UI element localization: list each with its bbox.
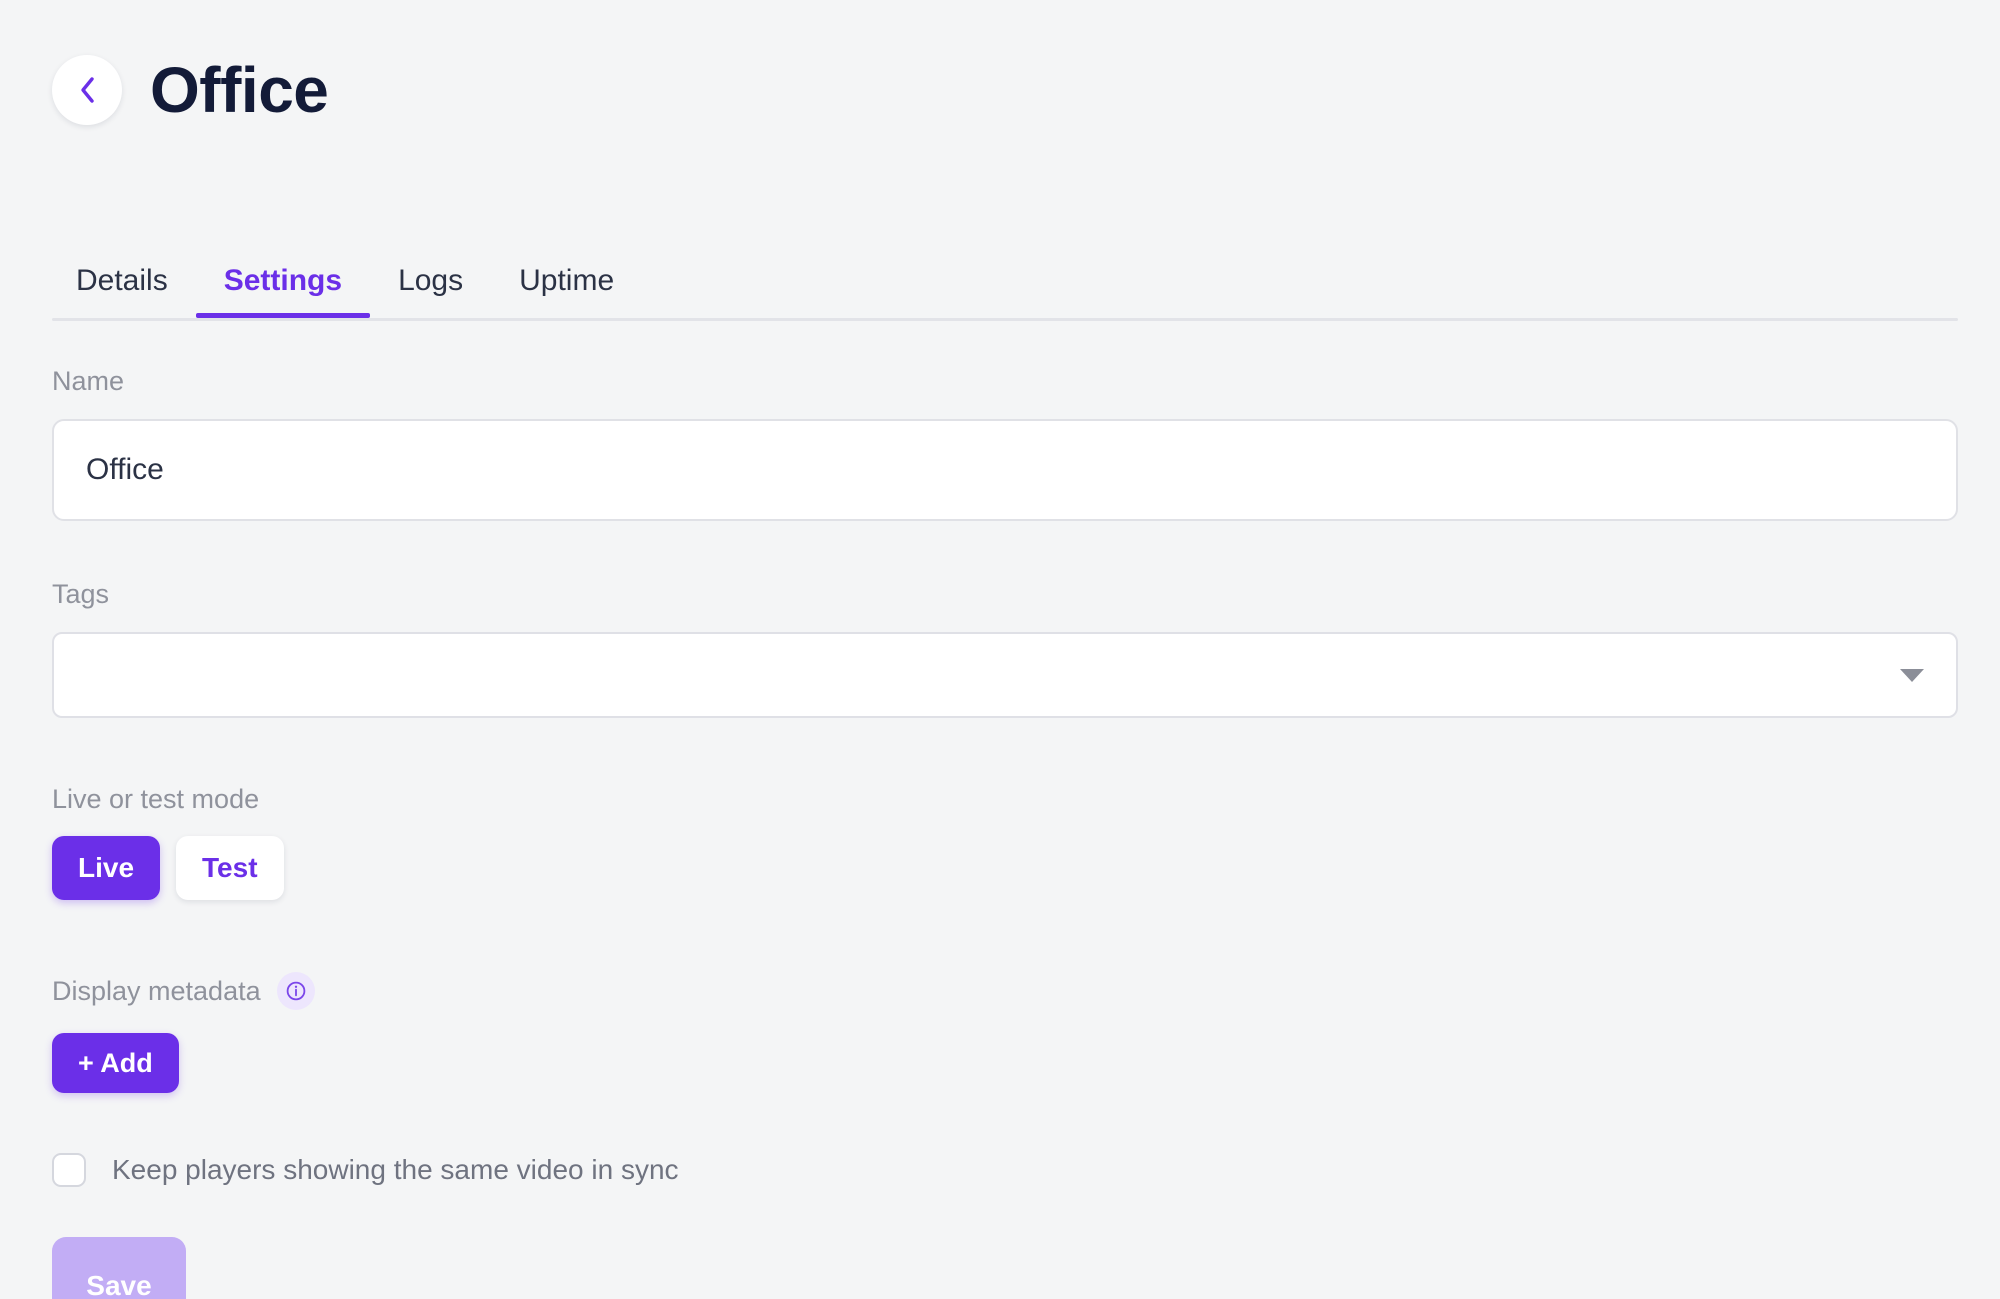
add-metadata-button[interactable]: + Add: [52, 1033, 179, 1093]
mode-toggle-group: Live Test: [52, 836, 1958, 900]
tab-bar: Details Settings Logs Uptime: [52, 240, 1958, 321]
metadata-label: Display metadata: [52, 975, 261, 1006]
settings-form: Name Tags Live or test mode Live Test Di…: [52, 368, 1958, 1299]
page-title: Office: [150, 54, 329, 126]
back-button[interactable]: [52, 55, 122, 125]
metadata-header: Display metadata: [52, 972, 1958, 1010]
chevron-down-icon: [1900, 668, 1924, 682]
tab-list: Details Settings Logs Uptime: [52, 240, 1958, 318]
sync-checkbox[interactable]: [52, 1153, 86, 1187]
tab-logs[interactable]: Logs: [370, 266, 491, 318]
tags-select[interactable]: [52, 632, 1958, 718]
tab-details[interactable]: Details: [52, 266, 196, 318]
mode-button-live[interactable]: Live: [52, 836, 161, 900]
sync-checkbox-row[interactable]: Keep players showing the same video in s…: [52, 1153, 1958, 1187]
tags-field-group: Tags: [52, 581, 1958, 718]
chevron-left-icon: [76, 75, 98, 105]
save-button[interactable]: Save: [52, 1237, 186, 1299]
tab-settings[interactable]: Settings: [195, 266, 371, 318]
tab-uptime[interactable]: Uptime: [491, 266, 642, 318]
sync-checkbox-label: Keep players showing the same video in s…: [112, 1154, 679, 1185]
name-label: Name: [52, 366, 125, 396]
mode-field-group: Live or test mode Live Test: [52, 786, 1958, 900]
mode-button-test[interactable]: Test: [176, 836, 284, 900]
name-field-group: Name: [52, 368, 1958, 521]
mode-label: Live or test mode: [52, 784, 260, 814]
settings-page: Office Details Settings Logs Uptime Name…: [0, 0, 2000, 1299]
info-icon[interactable]: [276, 972, 315, 1010]
name-input[interactable]: [52, 419, 1958, 521]
tags-label: Tags: [52, 579, 110, 609]
page-header: Office: [52, 54, 329, 126]
tab-divider: [52, 318, 1958, 321]
metadata-field-group: Display metadata + Add: [52, 972, 1958, 1093]
